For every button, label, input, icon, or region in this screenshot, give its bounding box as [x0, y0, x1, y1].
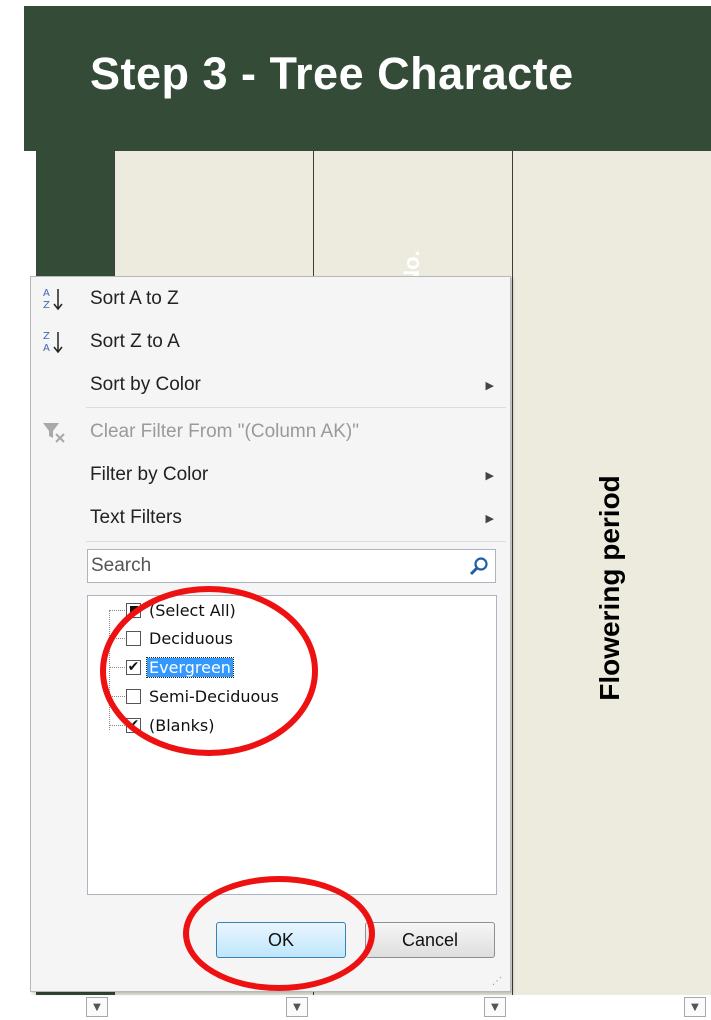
- menu-item-label: Clear Filter From "(Column AK)": [90, 421, 359, 442]
- search-box: [87, 549, 496, 583]
- svg-text:A: A: [43, 288, 50, 299]
- submenu-arrow-icon: ▶: [485, 379, 494, 392]
- menu-item-sort-z-to-a[interactable]: Z A Sort Z to A: [31, 322, 510, 362]
- filter-dropdown-arrow[interactable]: ▼: [484, 997, 506, 1017]
- menu-item-sort-a-to-z[interactable]: A Z Sort A to Z: [31, 279, 510, 319]
- submenu-arrow-icon: ▶: [485, 469, 494, 482]
- tree-connector: [109, 725, 125, 726]
- svg-text:Z: Z: [43, 331, 50, 342]
- svg-text:Z: Z: [43, 300, 50, 311]
- chevron-down-icon: ▼: [691, 1001, 699, 1013]
- sort-ascending-icon: A Z: [41, 286, 67, 312]
- menu-item-sort-by-color[interactable]: Sort by Color ▶: [31, 365, 510, 405]
- menu-separator: [86, 541, 506, 542]
- resize-grip-icon[interactable]: ⋰: [492, 976, 502, 987]
- search-input[interactable]: [91, 554, 461, 578]
- menu-item-clear-filter[interactable]: Clear Filter From "(Column AK)": [31, 412, 510, 452]
- menu-item-label: Filter by Color: [90, 464, 209, 485]
- page-title: Step 3 - Tree Characte: [90, 48, 574, 99]
- menu-item-label: Text Filters: [90, 507, 182, 528]
- menu-item-filter-by-color[interactable]: Filter by Color ▶: [31, 455, 510, 495]
- svg-text:A: A: [43, 343, 50, 354]
- tree-connector: [109, 610, 125, 611]
- annotation-circle-ok: [183, 876, 375, 991]
- chevron-down-icon: ▼: [491, 1001, 499, 1013]
- annotation-circle-list: [100, 586, 318, 756]
- menu-item-label: Sort A to Z: [90, 288, 179, 309]
- clear-filter-icon: [41, 419, 67, 445]
- sort-descending-icon: Z A: [41, 329, 67, 355]
- chevron-down-icon: ▼: [93, 1001, 101, 1013]
- menu-separator: [86, 407, 506, 408]
- filter-arrow-row: [24, 995, 711, 1020]
- filter-dropdown-arrow[interactable]: ▼: [684, 997, 706, 1017]
- chevron-down-icon: ▼: [293, 1001, 301, 1013]
- cancel-button[interactable]: Cancel: [365, 922, 495, 958]
- menu-item-label: Sort Z to A: [90, 331, 180, 352]
- filter-dropdown-arrow[interactable]: ▼: [86, 997, 108, 1017]
- menu-item-label: Sort by Color: [90, 374, 201, 395]
- search-icon[interactable]: [469, 556, 489, 580]
- menu-item-text-filters[interactable]: Text Filters ▶: [31, 498, 510, 538]
- submenu-arrow-icon: ▶: [485, 512, 494, 525]
- filter-dropdown-arrow[interactable]: ▼: [286, 997, 308, 1017]
- column-header-flowering-period: Flowering period: [594, 475, 625, 701]
